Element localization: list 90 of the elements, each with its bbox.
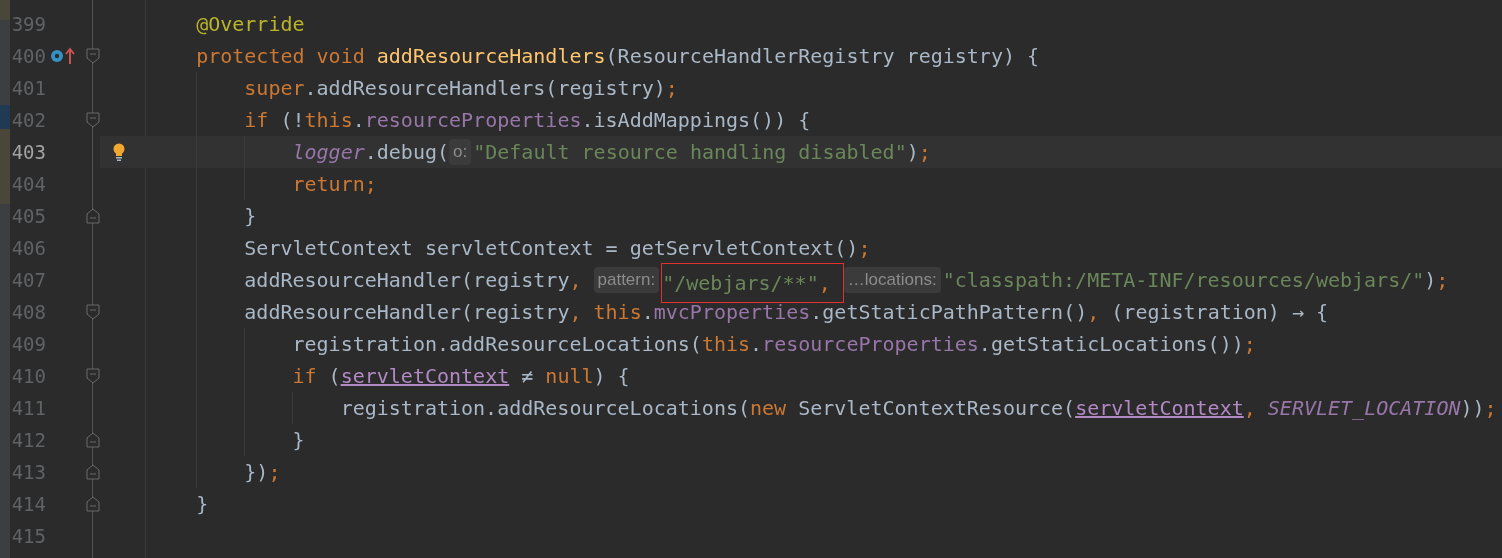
- code-text: .: [750, 331, 763, 358]
- keyword: ;: [268, 459, 281, 486]
- keyword: ,: [569, 299, 583, 326]
- code-text: ≠: [520, 363, 535, 390]
- parameter-hint: pattern:: [593, 267, 660, 293]
- unfold-icon[interactable]: [86, 432, 100, 448]
- annotation: @Override: [196, 11, 305, 38]
- line-number: 403: [10, 139, 46, 165]
- fold-icon[interactable]: [86, 48, 100, 64]
- code-text: .addResourceHandlers(registry): [304, 75, 666, 102]
- parameter-hint: …locations:: [843, 267, 941, 293]
- keyword: if: [244, 107, 269, 134]
- line-number: 405: [10, 203, 46, 229]
- string-literal: "/webjars/**": [662, 270, 819, 297]
- code-text: ): [1424, 267, 1437, 294]
- code-text: (!: [279, 107, 305, 134]
- code-text: .isAddMappings()) {: [581, 107, 811, 134]
- code-text: registration.addResourceLocations(: [292, 331, 702, 358]
- code-text: ) {: [593, 363, 630, 390]
- field-name: mvcProperties: [653, 299, 811, 326]
- code-text: registration.addResourceLocations(: [340, 395, 751, 422]
- code-text: (: [327, 363, 341, 390]
- code-text: .debug(: [364, 139, 449, 166]
- line-number: 402: [10, 107, 46, 133]
- unfold-icon[interactable]: [86, 464, 100, 480]
- keyword: if: [292, 363, 317, 390]
- code-text: }: [244, 203, 257, 230]
- keyword: return;: [292, 171, 377, 198]
- static-field: SERVLET_LOCATION: [1267, 393, 1461, 423]
- parameter-hint: o:: [449, 139, 472, 165]
- static-field: logger: [292, 137, 365, 167]
- code-text: .: [641, 299, 654, 326]
- string-literal: "classpath:/META-INF/resources/webjars/": [942, 267, 1425, 294]
- line-number: 400: [10, 43, 46, 69]
- line-number: 404: [10, 171, 46, 197]
- code-text: ): [906, 139, 919, 166]
- variable-name: servletContext: [340, 363, 510, 390]
- variable-name: servletContext: [1075, 395, 1244, 422]
- code-text: ServletContext servletContext = getServletContext(): [244, 235, 859, 262]
- line-number: 412: [10, 427, 46, 453]
- keyword: protected void: [196, 43, 366, 70]
- keyword: ;: [1436, 267, 1449, 294]
- code-text: }: [196, 491, 209, 518]
- fold-icon[interactable]: [86, 304, 100, 320]
- code-text: .getStaticLocations()): [978, 331, 1244, 358]
- line-number: 414: [10, 491, 46, 517]
- keyword: null: [545, 363, 594, 390]
- keyword: this: [701, 331, 751, 358]
- keyword: new: [750, 395, 787, 422]
- line-number: 410: [10, 363, 46, 389]
- code-text: }: [292, 427, 305, 454]
- code-text: .getStaticPathPattern(): [810, 299, 1088, 326]
- line-number: 401: [10, 75, 46, 101]
- line-number: 411: [10, 395, 46, 421]
- lightbulb-icon[interactable]: [112, 143, 126, 161]
- line-number: 407: [10, 267, 46, 293]
- code-text: ServletContextResource(: [797, 395, 1076, 422]
- fold-icon[interactable]: [86, 112, 100, 128]
- keyword: ;: [665, 75, 678, 102]
- line-number: 415: [10, 523, 46, 549]
- keyword: ,: [569, 267, 583, 294]
- line-number: 409: [10, 331, 46, 357]
- keyword: ;: [1243, 331, 1256, 358]
- keyword: ,: [1243, 395, 1257, 422]
- keyword: this: [593, 299, 642, 326]
- unfold-icon[interactable]: [86, 496, 100, 512]
- line-number: 406: [10, 235, 46, 261]
- keyword: ;: [918, 139, 931, 166]
- line-number: 408: [10, 299, 46, 325]
- keyword: super: [244, 75, 305, 102]
- line-number: 413: [10, 459, 46, 485]
- field-name: resourceProperties: [364, 107, 582, 134]
- code-text: addResourceHandler(registry: [244, 299, 570, 326]
- keyword: this: [304, 107, 353, 134]
- code-text: }): [244, 459, 269, 486]
- code-text: (registration) → {: [1111, 299, 1329, 326]
- code-text: (ResourceHandlerRegistry registry) {: [605, 43, 1040, 70]
- unfold-icon[interactable]: [86, 208, 100, 224]
- line-number: 399: [10, 11, 46, 37]
- string-literal: "Default resource handling disabled": [473, 139, 907, 166]
- code-text: .: [352, 107, 365, 134]
- keyword: ,: [1087, 299, 1101, 326]
- method-name: addResourceHandlers: [376, 43, 606, 70]
- code-text: )): [1460, 395, 1485, 422]
- keyword: ;: [1484, 395, 1497, 422]
- field-name: resourceProperties: [762, 331, 979, 358]
- code-text: addResourceHandler(registry: [244, 267, 570, 294]
- keyword: ,: [818, 270, 832, 297]
- keyword: ;: [858, 235, 871, 262]
- fold-icon[interactable]: [86, 368, 100, 384]
